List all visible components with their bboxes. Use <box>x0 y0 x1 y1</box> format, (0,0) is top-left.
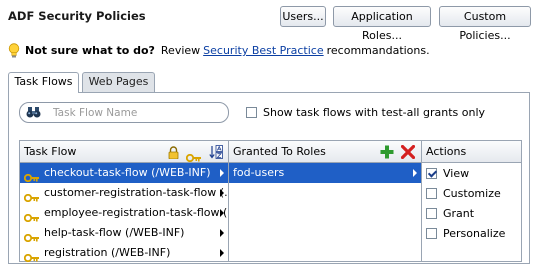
hint-text-after: recommandations. <box>326 44 430 57</box>
users-button[interactable]: Users... <box>280 6 326 27</box>
task-flow-label: checkout-task-flow (/WEB-INF) <box>44 166 211 179</box>
task-flow-row[interactable]: checkout-task-flow (/WEB-INF) <box>20 163 228 183</box>
action-checkbox[interactable] <box>426 207 437 219</box>
roles-column: Granted To Roles fod-users <box>228 140 422 262</box>
tab-web-pages[interactable]: Web Pages <box>82 72 155 92</box>
hint-prefix: Not sure what to do? <box>25 44 155 57</box>
expand-arrow-icon[interactable] <box>220 189 224 197</box>
task-flows-panel: Show task flows with test-all grants onl… <box>8 92 530 264</box>
roles-header-label: Granted To Roles <box>233 145 326 158</box>
action-row[interactable]: View <box>422 163 521 183</box>
action-row[interactable]: Customize <box>422 183 521 203</box>
task-flow-row[interactable]: customer-registration-task-flow (.... <box>20 183 238 203</box>
test-all-checkbox[interactable] <box>246 107 257 118</box>
key-icon <box>23 169 40 183</box>
action-checkbox[interactable] <box>426 227 437 239</box>
delete-icon[interactable] <box>400 144 416 160</box>
expand-arrow-icon[interactable] <box>220 209 224 217</box>
action-checkbox[interactable] <box>426 167 437 179</box>
tab-task-flows[interactable]: Task Flows <box>8 72 79 93</box>
add-icon[interactable] <box>380 145 394 159</box>
task-flow-label: help-task-flow (/WEB-INF) <box>44 226 185 239</box>
role-label: fod-users <box>233 166 285 179</box>
task-flow-search-input[interactable] <box>51 105 215 120</box>
action-label: Customize <box>443 186 501 200</box>
actions-list: View Customize Grant Personalize <box>422 163 521 243</box>
action-label: Personalize <box>443 226 506 240</box>
task-flow-list: checkout-task-flow (/WEB-INF) customer-re… <box>20 163 238 263</box>
page-title: ADF Security Policies <box>8 9 146 23</box>
task-flow-label: customer-registration-task-flow (.... <box>44 186 239 199</box>
security-best-practice-link[interactable]: Security Best Practice <box>203 44 323 57</box>
lightbulb-icon <box>8 43 20 58</box>
binoculars-icon[interactable] <box>26 107 41 118</box>
hint-row: Not sure what to do? Review Security Bes… <box>8 43 430 58</box>
lock-icon[interactable] <box>168 145 179 160</box>
action-row[interactable]: Grant <box>422 203 521 223</box>
task-flow-header: Task Flow <box>20 141 228 163</box>
task-flow-column: Task Flow checkout-task-flow (/WEB-INF) … <box>19 140 238 263</box>
sort-az-icon[interactable] <box>209 145 223 159</box>
actions-column: Actions View Customize Grant Personalize <box>421 140 522 262</box>
key-icon <box>23 189 40 203</box>
key-icon <box>23 229 40 243</box>
custom-policies-button[interactable]: Custom Policies... <box>439 6 531 42</box>
expand-arrow-icon[interactable] <box>413 169 417 177</box>
roles-header: Granted To Roles <box>229 141 421 163</box>
expand-arrow-icon[interactable] <box>220 229 224 237</box>
key-icon[interactable] <box>185 148 202 163</box>
task-flow-header-label: Task Flow <box>24 145 77 158</box>
task-flow-row[interactable]: registration (/WEB-INF) <box>20 243 228 263</box>
role-row[interactable]: fod-users <box>229 163 421 183</box>
task-flow-label: registration (/WEB-INF) <box>44 246 171 259</box>
expand-arrow-icon[interactable] <box>220 169 224 177</box>
test-all-label: Show task flows with test-all grants onl… <box>263 106 486 119</box>
roles-list: fod-users <box>229 163 421 183</box>
task-flow-label: employee-registration-task-flow (... <box>44 206 238 219</box>
action-label: View <box>443 166 470 180</box>
task-flow-row[interactable]: employee-registration-task-flow (... <box>20 203 238 223</box>
policy-grid: Task Flow checkout-task-flow (/WEB-INF) … <box>19 140 522 263</box>
action-checkbox[interactable] <box>426 187 437 199</box>
test-all-filter[interactable]: Show task flows with test-all grants onl… <box>246 106 485 119</box>
application-roles-button[interactable]: Application Roles... <box>333 6 431 42</box>
search-box <box>19 102 229 123</box>
hint-text-before: Review <box>160 44 201 57</box>
action-row[interactable]: Personalize <box>422 223 521 243</box>
task-flow-row[interactable]: help-task-flow (/WEB-INF) <box>20 223 228 243</box>
expand-arrow-icon[interactable] <box>220 249 224 257</box>
key-icon <box>23 209 40 223</box>
key-icon <box>23 249 40 263</box>
action-label: Grant <box>443 206 475 220</box>
actions-header-label: Actions <box>426 145 467 158</box>
actions-header: Actions <box>422 141 521 163</box>
